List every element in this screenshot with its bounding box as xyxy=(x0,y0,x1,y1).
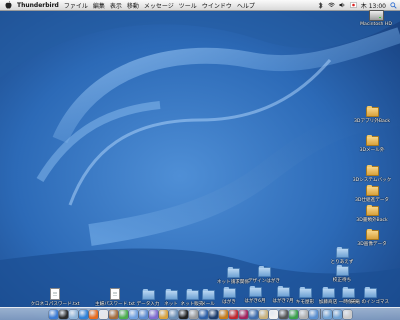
document-desktop-icon[interactable]: クロネコパスワード.txt xyxy=(25,288,85,307)
folder-desktop-icon[interactable]: 3D画像データ xyxy=(342,229,400,247)
spotlight-icon[interactable] xyxy=(390,1,397,9)
illustrator-icon[interactable] xyxy=(218,309,228,319)
hard-drive-icon xyxy=(368,10,384,21)
folder-icon xyxy=(365,205,379,216)
text-document-icon xyxy=(50,288,60,300)
disk-utility-icon[interactable] xyxy=(298,309,308,319)
apple-menu-icon[interactable] xyxy=(4,1,12,10)
folder-desktop-icon[interactable]: 3D仕組進データ xyxy=(342,185,400,203)
folder-icon xyxy=(365,135,379,146)
preview-icon[interactable] xyxy=(168,309,178,319)
folder-desktop-icon[interactable]: 3D書類外Back xyxy=(342,205,400,223)
menu-file[interactable]: ファイル xyxy=(64,1,88,10)
folder-desktop-icon[interactable]: デザインはがき xyxy=(234,266,294,284)
desktop-icon-label: 3Dシステムバック xyxy=(352,178,392,183)
dashboard-icon[interactable] xyxy=(58,309,68,319)
acrobat-icon[interactable] xyxy=(228,309,238,319)
folder-desktop-icon[interactable]: 天竜 のインゴマス xyxy=(340,287,400,305)
finder-icon[interactable] xyxy=(48,309,58,319)
menubar-clock[interactable]: 木 13:00 xyxy=(361,1,386,10)
trash-icon[interactable] xyxy=(342,309,352,319)
folder-icon xyxy=(365,185,379,196)
folder-desktop-icon[interactable]: とりあえず xyxy=(312,247,372,265)
menu-edit[interactable]: 編集 xyxy=(93,1,105,10)
menu-help[interactable]: ヘルプ xyxy=(237,1,255,10)
iphoto-icon[interactable] xyxy=(138,309,148,319)
downloads-icon[interactable] xyxy=(332,309,342,319)
imovie-icon[interactable] xyxy=(148,309,158,319)
folder-icon xyxy=(365,106,379,117)
menu-bar: Thunderbird ファイル 編集 表示 移動 メッセージ ツール ウインド… xyxy=(0,0,400,11)
dock xyxy=(0,307,400,320)
desktop-icon-label: 天竜 のインゴマス xyxy=(350,300,390,305)
desktop-icon-label: 3D仕組進データ xyxy=(354,198,390,203)
desktop-icon-label: 3Dアプリ外Back xyxy=(354,119,390,124)
mail-icon[interactable] xyxy=(68,309,78,319)
flag-icon[interactable] xyxy=(350,2,357,9)
desktop-icon-label: 3Dメール外 xyxy=(359,148,385,153)
firefox-icon[interactable] xyxy=(88,309,98,319)
itunes-icon[interactable] xyxy=(128,309,138,319)
folder-desktop-icon[interactable]: 3Dアプリ外Back xyxy=(342,106,400,124)
menu-go[interactable]: 移動 xyxy=(127,1,139,10)
hard-drive-desktop-icon[interactable]: Macintosh HD xyxy=(346,10,400,27)
menu-message[interactable]: メッセージ xyxy=(144,1,174,10)
quark-icon[interactable] xyxy=(248,309,258,319)
folder-icon xyxy=(365,229,379,240)
folder-icon xyxy=(365,165,379,176)
folder-desktop-icon[interactable]: 校正待ち xyxy=(312,265,372,283)
folder-desktop-icon[interactable]: 3Dメール外 xyxy=(342,135,400,153)
photoshop-icon[interactable] xyxy=(208,309,218,319)
font-book-icon[interactable] xyxy=(258,309,268,319)
menu-extras: 木 13:00 xyxy=(317,1,400,10)
garageband-icon[interactable] xyxy=(158,309,168,319)
calculator-icon[interactable] xyxy=(278,309,288,319)
ichat-icon[interactable] xyxy=(118,309,128,319)
network-icon[interactable] xyxy=(308,309,318,319)
menu-window[interactable]: ウインドウ xyxy=(202,1,232,10)
bluetooth-icon[interactable] xyxy=(317,1,324,9)
address-book-icon[interactable] xyxy=(108,309,118,319)
desktop-icon-label: とりあえず xyxy=(330,260,354,265)
folder-icon xyxy=(335,265,349,276)
menu-tools[interactable]: ツール xyxy=(179,1,197,10)
ical-icon[interactable] xyxy=(98,309,108,319)
system-preferences-icon[interactable] xyxy=(188,309,198,319)
menu-view[interactable]: 表示 xyxy=(110,1,122,10)
desktop-icon-label: Macintosh HD xyxy=(360,22,392,27)
desktop-icon-label: デザインはがき xyxy=(247,279,281,284)
folder-icon xyxy=(363,287,377,298)
folder-desktop-icon[interactable]: 3Dシステムバック xyxy=(342,165,400,183)
desktop-icon-label: 3D画像データ xyxy=(357,242,387,247)
activity-monitor-icon[interactable] xyxy=(288,309,298,319)
thunderbird-icon[interactable] xyxy=(198,309,208,319)
folder-icon xyxy=(257,266,271,277)
folder-icon xyxy=(335,247,349,258)
dock-separator xyxy=(319,309,321,319)
volume-icon[interactable] xyxy=(339,2,346,9)
desktop-icon-label: 3D書類外Back xyxy=(356,218,388,223)
safari-icon[interactable] xyxy=(78,309,88,319)
indesign-icon[interactable] xyxy=(238,309,248,319)
terminal-icon[interactable] xyxy=(178,309,188,319)
wifi-icon[interactable] xyxy=(328,2,335,9)
menu-app-name[interactable]: Thunderbird xyxy=(17,2,59,9)
folder-icon[interactable] xyxy=(322,309,332,319)
textedit-icon[interactable] xyxy=(268,309,278,319)
desktop-icon-label: 校正待ち xyxy=(332,278,352,283)
